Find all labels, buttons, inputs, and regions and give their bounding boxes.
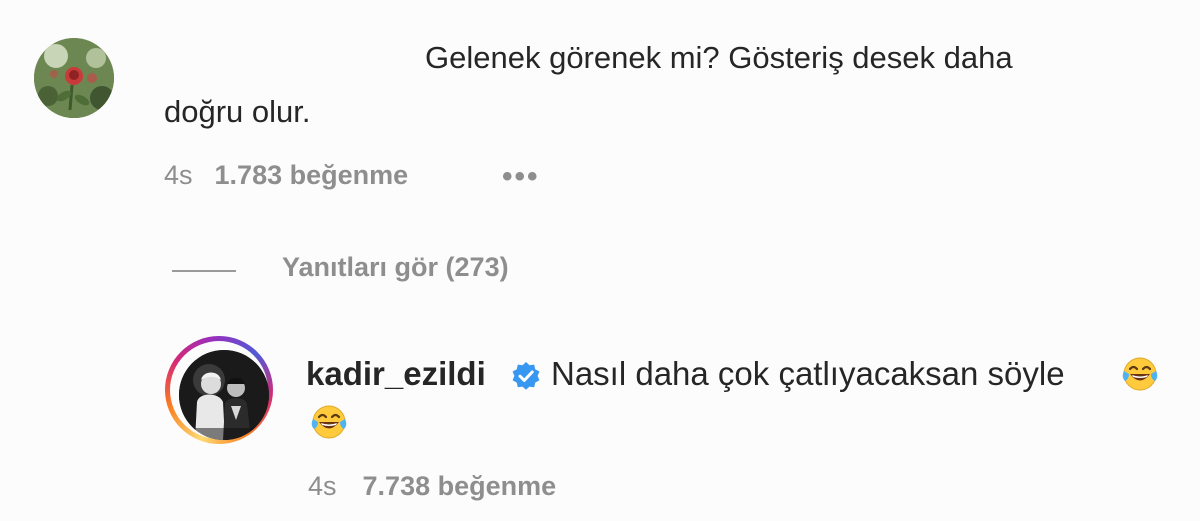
reply-avatar bbox=[179, 350, 269, 440]
rose-photo-icon bbox=[34, 38, 114, 118]
replies-divider bbox=[172, 270, 236, 272]
reply-time[interactable]: 4s bbox=[308, 471, 337, 501]
username-link[interactable]: kadir_ezildi bbox=[306, 355, 486, 393]
ellipsis-icon[interactable]: ••• bbox=[502, 160, 540, 194]
reply-like-count[interactable]: 7.738 beğenme bbox=[363, 471, 557, 501]
tears-of-joy-emoji-icon bbox=[1121, 355, 1159, 393]
couple-photo-icon bbox=[179, 350, 269, 440]
like-count[interactable]: 1.783 beğenme bbox=[215, 160, 409, 190]
reply-text: Nasıl daha çok çatlıyacaksan söyle bbox=[551, 355, 1065, 392]
tears-of-joy-emoji-icon bbox=[310, 403, 348, 441]
comment-meta: 4s 1.783 beğenme bbox=[164, 160, 408, 191]
view-replies-button[interactable]: Yanıtları gör (273) bbox=[282, 252, 509, 283]
comment-time[interactable]: 4s bbox=[164, 160, 193, 190]
verified-badge-icon bbox=[512, 362, 540, 390]
comment-text-line-2: doğru olur. bbox=[164, 94, 311, 129]
comment-text-line-1: Gelenek görenek mi? Gösteriş desek daha bbox=[425, 40, 1013, 75]
reply-meta: 4s 7.738 beğenme bbox=[308, 471, 556, 502]
commenter-avatar[interactable] bbox=[34, 38, 114, 118]
story-ring[interactable] bbox=[165, 336, 273, 444]
